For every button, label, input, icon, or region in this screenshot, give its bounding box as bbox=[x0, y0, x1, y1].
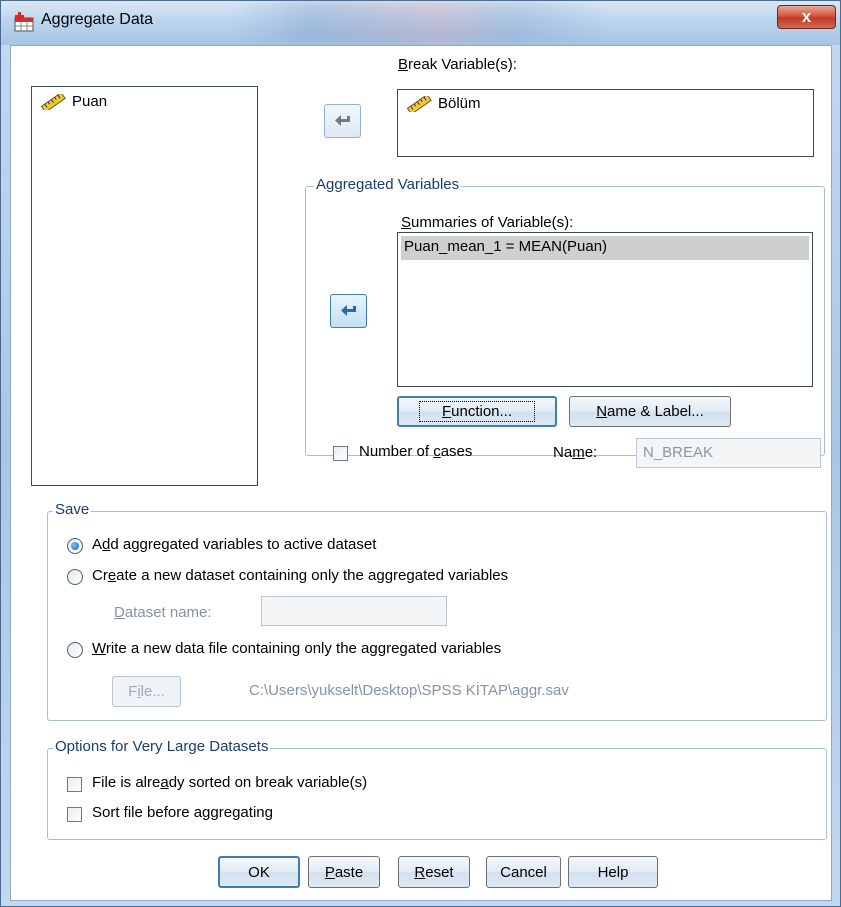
function-button[interactable]: Function... bbox=[397, 396, 557, 427]
add-to-active-radio[interactable] bbox=[67, 538, 83, 554]
sort-before-checkbox[interactable] bbox=[67, 807, 82, 822]
arrow-left-icon bbox=[334, 115, 350, 126]
list-item[interactable]: Bölüm bbox=[406, 95, 481, 112]
dialog-body: Puan Break Variable(s): Bölüm Aggregated… bbox=[10, 45, 832, 901]
paste-button[interactable]: Paste bbox=[308, 856, 380, 888]
create-dataset-label: Create a new dataset containing only the… bbox=[92, 567, 509, 584]
list-item[interactable]: Puan bbox=[40, 93, 107, 110]
ok-button-label: OK bbox=[248, 863, 270, 881]
n-break-name-field[interactable]: N_BREAK bbox=[636, 438, 821, 468]
summaries-label: Summaries of Variable(s): bbox=[401, 214, 574, 231]
close-button[interactable]: x bbox=[777, 5, 836, 29]
help-button[interactable]: Help bbox=[568, 856, 658, 888]
summary-item-label: Puan_mean_1 = MEAN(Puan) bbox=[404, 238, 608, 255]
cancel-button[interactable]: Cancel bbox=[486, 856, 561, 888]
function-button-label: Function... bbox=[418, 401, 536, 422]
summaries-list[interactable]: Puan_mean_1 = MEAN(Puan) bbox=[397, 232, 813, 387]
variable-label: Bölüm bbox=[438, 95, 481, 112]
scale-ruler-icon bbox=[406, 95, 432, 112]
name-label: Name: bbox=[553, 444, 598, 461]
dataset-name-label: Dataset name: bbox=[114, 604, 212, 621]
paste-button-label: Paste bbox=[324, 863, 364, 881]
write-file-label: Write a new data file containing only th… bbox=[92, 640, 502, 657]
number-of-cases-checkbox[interactable] bbox=[333, 446, 348, 461]
number-of-cases-label: Number of cases bbox=[359, 443, 473, 460]
reset-button[interactable]: Reset bbox=[398, 856, 470, 888]
variable-label: Puan bbox=[72, 93, 108, 110]
file-button[interactable]: File... bbox=[112, 676, 181, 707]
window-title: Aggregate Data bbox=[41, 11, 154, 28]
source-variable-list[interactable]: Puan bbox=[31, 86, 258, 486]
file-button-label: File... bbox=[128, 683, 165, 700]
name-label-button-label: Name & Label... bbox=[596, 403, 704, 420]
already-sorted-checkbox[interactable] bbox=[67, 777, 82, 792]
ok-button[interactable]: OK bbox=[218, 856, 300, 888]
break-variables-label: Break Variable(s): bbox=[398, 56, 517, 73]
file-path: C:\Users\yukselt\Desktop\SPSS KİTAP\aggr… bbox=[249, 682, 569, 699]
large-datasets-group bbox=[47, 748, 827, 840]
cancel-button-label: Cancel bbox=[500, 863, 547, 881]
break-variable-list[interactable]: Bölüm bbox=[397, 89, 814, 157]
aggregated-variables-title: Aggregated Variables bbox=[314, 176, 462, 193]
aggregate-data-dialog: Aggregate Data x Puan Break Variable(s):… bbox=[0, 0, 841, 907]
name-label-button[interactable]: Name & Label... bbox=[569, 396, 731, 427]
large-datasets-title: Options for Very Large Datasets bbox=[53, 738, 271, 755]
save-group-title: Save bbox=[53, 501, 92, 518]
sort-before-label: Sort file before aggregating bbox=[92, 804, 273, 821]
create-dataset-radio[interactable] bbox=[67, 569, 83, 585]
spss-app-icon bbox=[14, 12, 34, 32]
move-to-break-button[interactable] bbox=[324, 104, 361, 138]
already-sorted-label: File is already sorted on break variable… bbox=[92, 774, 368, 791]
reset-button-label: Reset bbox=[414, 863, 454, 881]
write-file-radio[interactable] bbox=[67, 642, 83, 658]
move-to-summaries-button[interactable] bbox=[330, 294, 367, 328]
dataset-name-field[interactable] bbox=[261, 596, 447, 626]
title-bar[interactable]: Aggregate Data x bbox=[1, 1, 840, 45]
arrow-left-icon bbox=[340, 305, 356, 316]
add-to-active-label: Add aggregated variables to active datas… bbox=[92, 536, 377, 553]
scale-ruler-icon bbox=[40, 93, 66, 110]
help-button-label: Help bbox=[597, 863, 629, 881]
title-bar-background bbox=[231, 1, 611, 43]
